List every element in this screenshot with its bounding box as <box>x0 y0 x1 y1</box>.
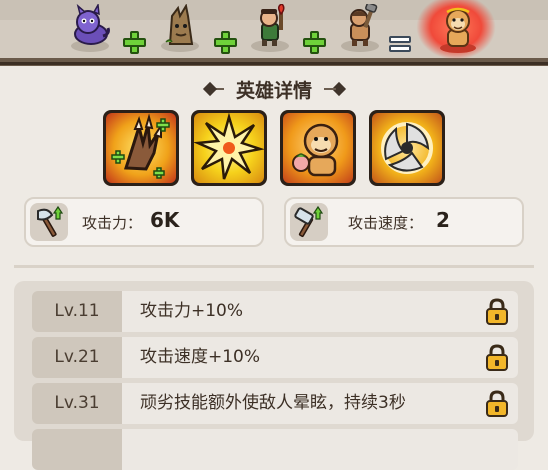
level-tag: Lv.31 <box>32 383 122 424</box>
level-tag <box>32 429 122 470</box>
lock-icon <box>486 344 508 371</box>
formula-result-hero[interactable] <box>432 4 480 56</box>
lock-icon <box>486 390 508 417</box>
plus-icon <box>213 30 237 54</box>
stat-card-attack: 攻击力： 6K <box>24 197 264 247</box>
level-row: Lv.21 攻击速度+10% <box>32 337 518 378</box>
formula-hero-slot-2[interactable] <box>156 4 204 56</box>
claw-skill-icon <box>111 113 170 179</box>
tree-stump-hero-icon <box>165 4 194 45</box>
level-row: Lv.11 攻击力+10% <box>32 291 518 332</box>
spinning-blade-skill-icon <box>381 122 433 174</box>
section-divider <box>14 265 534 268</box>
formula-hero-slot-4[interactable] <box>336 4 384 56</box>
stat-icon-box <box>30 203 68 241</box>
level-body: 顽劣技能额外使敌人晕眩，持续3秒 <box>122 383 518 424</box>
purple-dragon-hero-icon <box>74 4 110 45</box>
level-tag: Lv.11 <box>32 291 122 332</box>
skill-slot-2[interactable] <box>191 110 267 186</box>
axe-upgrade-icon <box>37 205 64 237</box>
formula-hero-slot-1[interactable] <box>66 4 114 56</box>
plus-icon <box>122 30 146 54</box>
stat-icon-box <box>290 203 328 241</box>
hammer-speed-upgrade-icon <box>294 205 324 238</box>
level-bonus-text: 攻击力+10% <box>140 301 244 321</box>
formula-bar-edge-shadow <box>0 62 548 65</box>
caveman-hero-icon <box>350 4 378 46</box>
skill-icons-row <box>0 110 548 190</box>
lock-icon <box>486 298 508 325</box>
monkey-summon-skill-icon <box>292 123 339 177</box>
monkey-king-hero-icon <box>440 7 476 53</box>
attack-speed-label: 攻击速度： <box>348 214 424 232</box>
level-row: Lv.31 顽劣技能额外使敌人晕眩，持续3秒 <box>32 383 518 424</box>
attack-speed-value: 2 <box>436 208 450 232</box>
level-body <box>122 429 518 470</box>
attack-value: 6K <box>150 208 180 232</box>
explosion-skill-icon <box>194 113 264 180</box>
formula-hero-slot-3[interactable] <box>246 4 294 56</box>
equals-icon <box>388 34 412 54</box>
level-bonus-text: 攻击速度+10% <box>140 347 261 367</box>
plus-icon <box>302 30 326 54</box>
stat-card-attack-speed: 攻击速度： 2 <box>284 197 524 247</box>
level-body: 攻击力+10% <box>122 291 518 332</box>
torch-soldier-hero-icon <box>260 4 285 46</box>
merge-formula <box>0 0 548 60</box>
level-row-partial <box>32 429 518 470</box>
section-title-row: 英雄详情 <box>0 72 548 104</box>
level-tag: Lv.21 <box>32 337 122 378</box>
skill-slot-4[interactable] <box>369 110 445 186</box>
level-bonus-text: 顽劣技能额外使敌人晕眩，持续3秒 <box>140 393 406 413</box>
skill-slot-1[interactable] <box>103 110 179 186</box>
attack-label: 攻击力： <box>82 214 143 232</box>
level-body: 攻击速度+10% <box>122 337 518 378</box>
section-title: 英雄详情 <box>235 80 312 102</box>
skill-slot-3[interactable] <box>280 110 356 186</box>
